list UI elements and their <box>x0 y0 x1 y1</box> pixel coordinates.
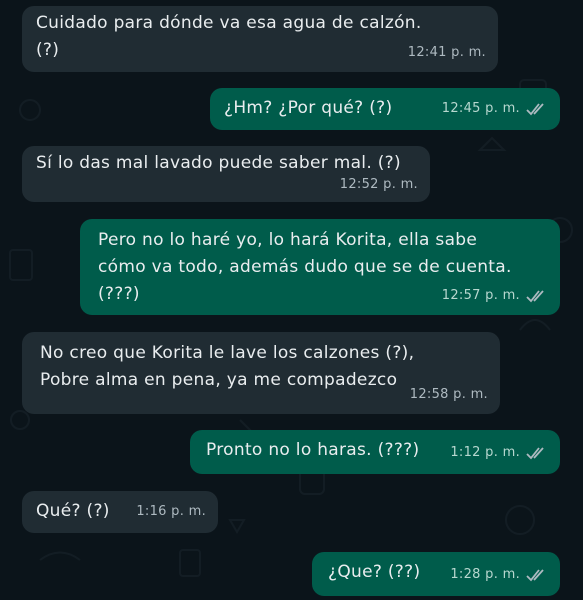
message-timestamp: 1:16 p. m. <box>136 504 206 519</box>
read-double-check-icon <box>526 446 544 459</box>
message-bubble-outgoing[interactable]: Pronto no lo haras. (???) 1:12 p. m. <box>190 430 560 474</box>
read-double-check-icon <box>526 102 544 115</box>
message-timestamp: 12:57 p. m. <box>441 288 520 303</box>
message-timestamp: 1:28 p. m. <box>450 567 520 582</box>
message-bubble-outgoing[interactable]: ¿Que? (??) 1:28 p. m. <box>312 552 560 596</box>
message-bubble-incoming[interactable]: Sí lo das mal lavado puede saber mal. (?… <box>22 146 430 202</box>
message-timestamp: 12:41 p. m. <box>407 45 486 60</box>
message-timestamp: 12:45 p. m. <box>441 101 520 116</box>
message-meta: 1:16 p. m. <box>136 498 206 525</box>
message-meta: 12:45 p. m. <box>442 95 548 122</box>
message-meta: 12:57 p. m. <box>442 282 548 309</box>
message-timestamp: 12:58 p. m. <box>409 387 488 402</box>
read-double-check-icon <box>526 568 544 581</box>
message-bubble-incoming[interactable]: No creo que Korita le lave los calzones … <box>22 332 500 414</box>
message-meta: 12:52 p. m. <box>340 171 418 198</box>
message-timestamp: 12:52 p. m. <box>339 177 418 192</box>
message-meta: 1:12 p. m. <box>450 439 548 466</box>
message-bubble-incoming[interactable]: Cuidado para dónde va esa agua de calzón… <box>22 6 498 72</box>
message-bubble-outgoing[interactable]: ¿Hm? ¿Por qué? (?) 12:45 p. m. <box>210 88 560 130</box>
message-bubble-outgoing[interactable]: Pero no lo haré yo, lo hará Korita, ella… <box>80 219 560 315</box>
message-timestamp: 1:12 p. m. <box>450 445 520 460</box>
message-meta: 12:41 p. m. <box>408 39 486 66</box>
message-meta: 12:58 p. m. <box>410 381 488 408</box>
message-bubble-incoming[interactable]: Qué? (?) 1:16 p. m. <box>22 491 218 533</box>
message-meta: 1:28 p. m. <box>450 561 548 588</box>
read-double-check-icon <box>526 289 544 302</box>
